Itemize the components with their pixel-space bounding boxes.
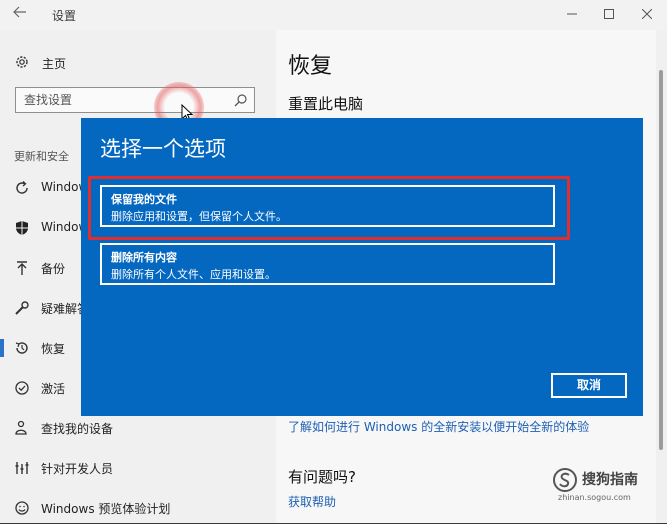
window-title: 设置 bbox=[52, 9, 77, 23]
sidebar-item-label: 针对开发人员 bbox=[41, 462, 114, 476]
reset-pc-heading: 重置此电脑 bbox=[288, 95, 364, 113]
scrollbar-thumb[interactable] bbox=[659, 70, 663, 450]
cancel-button[interactable]: 取消 bbox=[551, 373, 627, 398]
smiley-icon bbox=[15, 501, 29, 515]
page-title: 恢复 bbox=[288, 54, 333, 79]
check-circle-icon bbox=[15, 381, 29, 395]
sidebar-item-label: 恢复 bbox=[41, 342, 66, 356]
learn-fresh-start-link[interactable]: 了解如何进行 Windows 的全新安装以便开始全新的体验 bbox=[288, 418, 589, 435]
back-arrow-icon[interactable] bbox=[10, 6, 30, 24]
close-icon bbox=[642, 9, 652, 19]
watermark-text: 搜狗指南 bbox=[582, 472, 638, 488]
developer-icon bbox=[15, 462, 29, 474]
search-icon[interactable] bbox=[234, 93, 248, 107]
upload-arrow-icon bbox=[17, 261, 27, 275]
annotation-highlight-box bbox=[88, 176, 570, 240]
minimize-button[interactable] bbox=[561, 4, 583, 24]
questions-heading: 有问题吗? bbox=[288, 468, 356, 486]
title-bar: 设置 bbox=[0, 0, 667, 30]
sogou-logo-icon bbox=[553, 468, 577, 492]
sidebar-item-windows-insider[interactable]: Windows 预览体验计划 bbox=[0, 492, 276, 524]
sidebar-item-label: 备份 bbox=[41, 262, 66, 276]
person-pin-icon bbox=[15, 420, 27, 435]
active-indicator bbox=[0, 339, 4, 357]
minimize-icon bbox=[567, 13, 577, 15]
search-field[interactable] bbox=[15, 87, 255, 113]
section-label: 更新和安全 bbox=[14, 150, 69, 163]
sidebar-item-label: 查找我的设备 bbox=[41, 422, 114, 436]
maximize-button[interactable] bbox=[598, 4, 620, 24]
watermark-url: zhinan.sogou.com bbox=[558, 493, 631, 502]
history-icon bbox=[15, 342, 28, 354]
option-title: 删除所有内容 bbox=[111, 251, 177, 264]
watermark: 搜狗指南 zhinan.sogou.com bbox=[552, 467, 664, 515]
sidebar-home-label: 主页 bbox=[42, 57, 67, 71]
sync-icon bbox=[16, 181, 28, 194]
settings-window: 设置 主页 更新和安全 bbox=[0, 0, 667, 523]
sidebar-item-find-my-device[interactable]: 查找我的设备 bbox=[0, 412, 276, 444]
maximize-icon bbox=[604, 9, 614, 19]
remove-everything-option[interactable]: 删除所有内容 删除所有个人文件、应用和设置。 bbox=[100, 243, 555, 285]
sidebar-item-label: 激活 bbox=[41, 382, 66, 396]
choose-option-dialog: 选择一个选项 保留我的文件 删除应用和设置，但保留个人文件。 删除所有内容 删除… bbox=[81, 118, 643, 416]
gear-icon bbox=[16, 56, 28, 68]
wrench-icon bbox=[15, 301, 29, 315]
shield-icon bbox=[16, 221, 28, 235]
option-description: 删除所有个人文件、应用和设置。 bbox=[111, 268, 276, 281]
close-button[interactable] bbox=[636, 4, 658, 24]
sidebar-item-label: Windows 预览体验计划 bbox=[41, 502, 171, 516]
sidebar-item-for-developers[interactable]: 针对开发人员 bbox=[0, 452, 276, 484]
scrollbar[interactable] bbox=[656, 30, 667, 523]
get-help-link[interactable]: 获取帮助 bbox=[288, 493, 336, 510]
dialog-title: 选择一个选项 bbox=[100, 137, 226, 161]
